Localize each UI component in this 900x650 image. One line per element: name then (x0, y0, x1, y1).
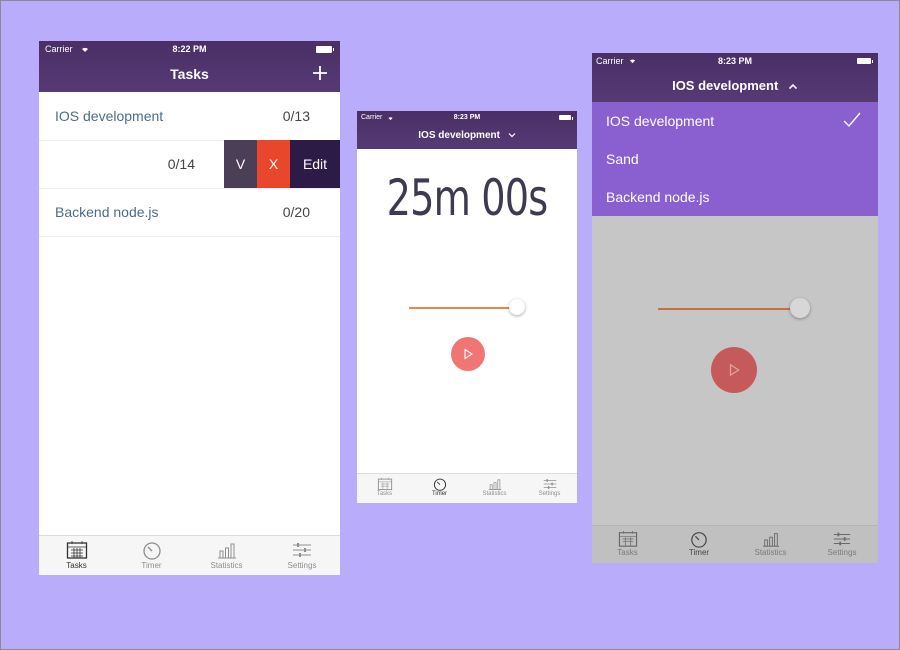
tab-settings[interactable]: Settings (806, 526, 878, 557)
tab-statistics[interactable]: Statistics (189, 536, 264, 570)
tab-tasks[interactable]: Tasks (592, 526, 663, 557)
tab-statistics[interactable]: Statistics (467, 474, 522, 497)
status-time: 8:22 PM (172, 44, 207, 54)
slider-knob[interactable] (790, 298, 810, 318)
calendar-icon (377, 477, 392, 491)
task-count: 0/14 (167, 156, 195, 172)
task-row-ios[interactable]: IOS development 0/13 (39, 92, 340, 141)
play-icon (464, 348, 474, 360)
bar-chart-icon (217, 543, 236, 559)
tab-label: Settings (538, 491, 561, 497)
chevron-up-icon (788, 83, 797, 90)
task-name: IOS development (55, 108, 164, 124)
tab-label: Tasks (617, 548, 638, 557)
tab-settings[interactable]: Settings (522, 474, 577, 497)
tab-timer[interactable]: Timer (663, 526, 735, 557)
task-count: 0/13 (282, 108, 310, 124)
tab-label: Tasks (376, 491, 393, 497)
timer-screen: Carrier 8:23 PM IOS development 25m 00s … (357, 111, 577, 503)
chevron-down-icon (508, 133, 516, 138)
bar-chart-icon (762, 533, 779, 547)
tab-label: Timer (688, 548, 710, 557)
tab-timer[interactable]: Timer (412, 474, 467, 497)
slider-knob[interactable] (509, 299, 525, 315)
battery-icon (559, 115, 573, 120)
tab-label: Statistics (754, 548, 787, 557)
stopwatch-icon (691, 532, 707, 548)
tab-label: Settings (287, 561, 317, 570)
navigation-bar: Carrier 8:22 PM Tasks (39, 41, 340, 92)
calendar-icon (618, 530, 637, 547)
stopwatch-icon (142, 542, 161, 560)
task-count: 0/20 (282, 204, 310, 220)
dropdown-menu: IOS development Sand Backend node.js (592, 102, 878, 216)
task-row-swiped[interactable]: 0/14 V X Edit (39, 140, 340, 189)
dropdown-title: IOS development (672, 78, 779, 93)
tab-label: Statistics (210, 561, 243, 570)
play-icon (729, 363, 740, 377)
task-name: Backend node.js (55, 204, 159, 220)
page-title: Tasks (170, 66, 209, 82)
checkmark-icon (843, 112, 861, 128)
navigation-bar: Carrier 8:23 PM IOS development (357, 111, 577, 149)
dropdown-item-ios[interactable]: IOS development (592, 102, 878, 140)
calendar-icon (66, 541, 87, 559)
tab-bar: Tasks Timer Statistics Settings (357, 473, 577, 503)
timer-display: 25m 00s (386, 169, 549, 227)
battery-icon (857, 58, 873, 64)
accept-button[interactable]: V (224, 140, 257, 188)
tab-bar: Tasks Timer Statistics Settings (592, 525, 878, 563)
tab-statistics[interactable]: Statistics (735, 526, 806, 557)
task-dropdown[interactable]: IOS development (357, 130, 577, 141)
battery-icon (316, 46, 334, 53)
dropdown-item-label: IOS development (606, 113, 715, 129)
timer-dropdown-screen: Carrier 8:23 PM IOS development IOS deve… (592, 53, 878, 563)
task-dropdown[interactable]: IOS development (592, 78, 878, 93)
tab-label: Tasks (66, 561, 87, 570)
dropdown-item-sand[interactable]: Sand (592, 140, 878, 178)
duration-slider[interactable] (409, 307, 517, 309)
stopwatch-icon (433, 478, 446, 491)
sliders-icon (293, 543, 311, 557)
tab-tasks[interactable]: Tasks (39, 536, 114, 570)
status-time: 8:23 PM (717, 56, 752, 66)
sliders-icon (543, 479, 556, 489)
tab-settings[interactable]: Settings (264, 536, 340, 570)
edit-button[interactable]: Edit (290, 140, 340, 188)
dropdown-item-label: Sand (606, 151, 639, 167)
task-row-backend[interactable]: Backend node.js 0/20 (39, 188, 340, 237)
sliders-icon (833, 532, 851, 546)
status-time: 8:23 PM (453, 114, 481, 121)
play-button[interactable] (711, 347, 757, 393)
dropdown-title: IOS development (418, 130, 500, 141)
bar-chart-icon (488, 479, 501, 490)
tasks-screen: Carrier 8:22 PM Tasks IOS development 0/… (39, 41, 340, 575)
tab-label: Timer (431, 491, 448, 497)
navigation-bar: Carrier 8:23 PM IOS development (592, 53, 878, 102)
tab-tasks[interactable]: Tasks (357, 474, 412, 497)
tab-label: Statistics (482, 491, 507, 497)
duration-slider[interactable] (658, 308, 798, 310)
delete-button[interactable]: X (257, 140, 290, 188)
dropdown-item-backend[interactable]: Backend node.js (592, 178, 878, 216)
tab-label: Settings (827, 548, 857, 557)
play-button[interactable] (451, 337, 485, 371)
tab-bar: Tasks Timer Statistics Settings (39, 535, 340, 575)
dropdown-item-label: Backend node.js (606, 189, 710, 205)
tab-timer[interactable]: Timer (114, 536, 189, 570)
tab-label: Timer (141, 561, 162, 570)
plus-icon[interactable] (312, 65, 328, 81)
